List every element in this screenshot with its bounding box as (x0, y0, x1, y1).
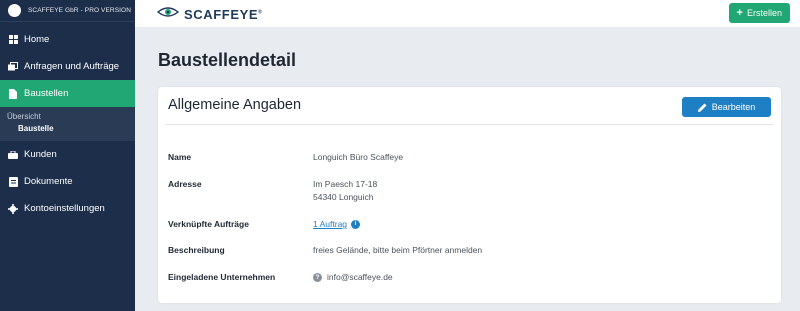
briefcase-icon (8, 150, 18, 160)
invited-email: info@scaffeye.de (327, 272, 393, 282)
field-label: Verknüpfte Aufträge (168, 219, 249, 229)
field-name: Name Longuich Büro Scaffeye (168, 151, 403, 164)
sidebar-item-kunden[interactable]: Kunden (0, 141, 135, 168)
gear-icon (8, 203, 18, 214)
field-label: Name (168, 152, 192, 162)
submenu-baustelle[interactable]: Baustelle (0, 123, 135, 135)
sidebar-item-label: Anfragen und Aufträge (24, 61, 120, 72)
field-label: Beschreibung (168, 245, 225, 255)
create-button-label: Erstellen (746, 8, 782, 18)
sidebar-item-label: Home (24, 34, 50, 45)
field-address: Adresse Im Paesch 17-18 54340 Longuich (168, 178, 377, 204)
avatar (8, 4, 21, 17)
grid-icon (8, 35, 18, 45)
field-linked-orders: Verknüpfte Aufträge 1 Auftrag i (168, 218, 361, 231)
divider (166, 124, 773, 125)
field-invited-companies: Eingeladene Unternehmen ? info@scaffeye.d… (168, 271, 393, 284)
topbar: SCAFFEYE® + Erstellen (135, 0, 800, 27)
info-icon[interactable]: i (351, 220, 361, 230)
file-icon (8, 88, 18, 99)
sidebar-item-label: Kontoeinstellungen (24, 203, 105, 214)
field-description: Beschreibung freies Gelände, bitte beim … (168, 244, 482, 257)
address-line-1: Im Paesch 17-18 (313, 179, 378, 189)
sidebar-item-label: Dokumente (24, 176, 73, 187)
plus-icon: + (736, 7, 743, 19)
help-icon[interactable]: ? (313, 273, 322, 283)
field-value: Im Paesch 17-18 54340 Longuich (313, 178, 377, 204)
sidebar: SCAFFEYE GbR - PRO VERSION Home Anfragen… (0, 0, 135, 311)
field-value: freies Gelände, bitte beim Pförtner anme… (313, 245, 483, 255)
sidebar-item-kontoeinstellungen[interactable]: Kontoeinstellungen (0, 195, 135, 222)
create-button[interactable]: + Erstellen (728, 3, 790, 23)
submenu-overview[interactable]: Übersicht (0, 111, 135, 123)
sidebar-submenu: Übersicht Baustelle (0, 107, 135, 141)
logo-text: SCAFFEYE® (184, 6, 263, 22)
edit-button[interactable]: Bearbeiten (682, 97, 771, 117)
sidebar-item-baustellen[interactable]: Baustellen (0, 80, 135, 107)
linked-orders-link[interactable]: 1 Auftrag (313, 219, 347, 229)
sidebar-item-home[interactable]: Home (0, 26, 135, 53)
company-name: SCAFFEYE GbR - PRO VERSION (28, 7, 132, 14)
page-title: Baustellendetail (158, 50, 297, 70)
eye-logo-icon (156, 5, 180, 23)
sidebar-item-label: Kunden (24, 149, 57, 160)
field-value: Longuich Büro Scaffeye (313, 152, 404, 162)
sidebar-item-anfragen[interactable]: Anfragen und Aufträge (0, 53, 135, 80)
card-title: Allgemeine Angaben (168, 97, 302, 113)
logo[interactable]: SCAFFEYE® (156, 5, 263, 23)
edit-button-label: Bearbeiten (711, 102, 756, 112)
address-line-2: 54340 Longuich (313, 192, 374, 202)
pencil-icon (697, 103, 707, 112)
account-header[interactable]: SCAFFEYE GbR - PRO VERSION (0, 0, 135, 22)
document-icon (8, 176, 18, 187)
sidebar-item-dokumente[interactable]: Dokumente (0, 168, 135, 195)
field-value: 1 Auftrag i (313, 218, 361, 231)
field-value: ? info@scaffeye.de (313, 271, 393, 284)
field-label: Adresse (168, 179, 202, 189)
sidebar-item-label: Baustellen (24, 88, 69, 99)
field-label: Eingeladene Unternehmen (168, 272, 276, 282)
details-card: Allgemeine Angaben Bearbeiten Name Longu… (158, 87, 781, 303)
copy-icon (8, 62, 18, 72)
